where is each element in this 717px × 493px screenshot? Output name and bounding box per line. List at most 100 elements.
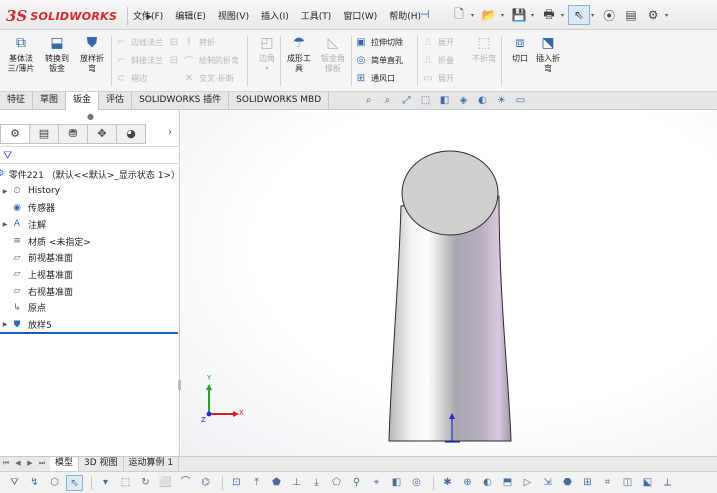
view-setting-icon[interactable]: ▭ (512, 94, 529, 108)
unfold-button[interactable]: ⎍ 展开 (421, 35, 455, 49)
selection-filter-icon[interactable]: ⬚ (117, 475, 134, 491)
selection-filter-icon[interactable]: ⊕ (459, 475, 476, 491)
tab-0[interactable]: 特征 (0, 92, 34, 110)
tab-scroll-icon[interactable]: ⏮ (0, 459, 12, 468)
expand-arrow-icon[interactable]: ▶ (0, 188, 10, 195)
selection-filter-icon[interactable]: ⚲ (348, 475, 365, 491)
selection-filter-icon[interactable]: ⤒ (248, 475, 265, 491)
bottom-tab-1[interactable]: 3D 视图 (79, 457, 124, 471)
solidworks-logo[interactable]: 3S SOLIDWORKS ▸ (6, 6, 152, 26)
tree-item[interactable]: ↳ 原点 (0, 300, 180, 317)
section-view-icon[interactable]: ⬚ (417, 94, 434, 108)
tab-2[interactable]: 钣金 (66, 92, 100, 110)
graphics-area[interactable]: Y X Z (181, 110, 717, 456)
property-manager-tab-icon[interactable]: ▤ (29, 124, 59, 144)
save-icon[interactable]: 💾 (508, 5, 530, 25)
jog-button[interactable]: ⌇ 转折 (182, 35, 215, 49)
selection-filter-icon[interactable]: ✱ (439, 475, 456, 491)
selection-filter-icon[interactable]: ⊥ (288, 475, 305, 491)
expand-arrow-icon[interactable]: ▶ (0, 221, 10, 228)
dropdown-caret-icon[interactable]: ▾ (501, 12, 504, 19)
menu-item[interactable]: 工具(T) (301, 9, 332, 22)
dimxpert-manager-tab-icon[interactable]: ✥ (87, 124, 117, 144)
selection-filter-icon[interactable]: ◎ (408, 475, 425, 491)
tree-item[interactable]: ▶ ⛊ 放样5 (0, 316, 180, 333)
selection-filter-icon[interactable]: ▾ (97, 475, 114, 491)
pin-menu-icon[interactable]: ⊣ (420, 8, 430, 21)
tab-scroll-icon[interactable]: ⏭ (36, 459, 48, 468)
open-folder-icon[interactable]: 📂 (478, 5, 500, 25)
selection-filter-icon[interactable]: ⬡ (46, 475, 63, 491)
convert-to-sheet-metal-button[interactable]: ⬓ 转换到 钣金 (40, 34, 74, 88)
tab-4[interactable]: SOLIDWORKS 插件 (132, 92, 230, 110)
cross-break-button[interactable]: ✕ 交叉-折断 (182, 71, 234, 85)
selection-filter-icon[interactable]: ⬣ (559, 475, 576, 491)
tree-item[interactable]: ▱ 上视基准面 (0, 266, 180, 283)
fold-button[interactable]: ⎍ 折叠 (421, 53, 455, 67)
selection-filter-icon[interactable]: ⊞ (579, 475, 596, 491)
forming-tool-button[interactable]: ☂ 成形工 具 (282, 34, 316, 88)
tree-item[interactable]: ▶ ⏲ History (0, 183, 180, 200)
hem-button[interactable]: ⊂ 褶边 (114, 71, 147, 85)
dropdown-caret-icon[interactable]: ▾ (531, 12, 534, 19)
zoom-to-fit-icon[interactable]: ⌕ (360, 94, 377, 108)
bottom-tab-0[interactable]: 模型 (50, 457, 80, 471)
lofted-bend-button[interactable]: ⛊ 放样折 弯 (75, 34, 109, 88)
tab-scroll-icon[interactable]: ▶ (24, 459, 36, 468)
display-style-icon[interactable]: ◈ (455, 94, 472, 108)
selection-filter-icon[interactable]: ◧ (388, 475, 405, 491)
selection-filter-icon[interactable]: ⌒ (177, 475, 194, 491)
base-flange-button[interactable]: ⧉ 基体法 三/薄片 (4, 34, 38, 88)
selection-filter-icon[interactable]: ⇲ (539, 475, 556, 491)
sheet-metal-gusset-button[interactable]: ◺ 钣金角 撑板 (316, 34, 350, 88)
rollback-bar[interactable] (0, 332, 178, 334)
vent-button[interactable]: ⊞ 通风口 (354, 71, 395, 85)
selection-filter-icon[interactable]: ⬠ (328, 475, 345, 491)
previous-view-icon[interactable]: ⤢ (398, 94, 415, 108)
no-bends-button[interactable]: ⬚ 不折弯 (467, 34, 501, 88)
tree-filter[interactable]: ⛛ (0, 146, 180, 164)
tab-1[interactable]: 草图 (33, 92, 67, 110)
tree-item[interactable]: ◉ 传感器 (0, 199, 180, 216)
selection-filter-icon[interactable]: ▷ (519, 475, 536, 491)
feature-manager-tab-icon[interactable]: ⚙ (0, 124, 30, 144)
edge-flange-button[interactable]: ⌐ 边线法兰 ⊟ (114, 35, 184, 49)
selection-filter-icon[interactable]: ◐ (479, 475, 496, 491)
bottom-tab-2[interactable]: 运动算例 1 (124, 457, 180, 471)
menu-item[interactable]: 文件(F) (133, 9, 163, 22)
configuration-manager-tab-icon[interactable]: ⛃ (58, 124, 88, 144)
filter-icon[interactable]: ⛛ (3, 149, 12, 163)
appearance-icon[interactable]: ☀ (493, 94, 510, 108)
tree-item[interactable]: ▱ 右视基准面 (0, 283, 180, 300)
dropdown-caret-icon[interactable]: ▾ (471, 12, 474, 19)
dropdown-caret-icon[interactable]: ▾ (591, 12, 594, 19)
tab-scroll-icon[interactable]: ◀ (12, 459, 24, 468)
tab-3[interactable]: 评估 (99, 92, 133, 110)
print-icon[interactable]: 🖶 (538, 5, 560, 25)
sketched-bend-button[interactable]: ⌒ 绘制的折弯 (182, 53, 239, 68)
panel-next-arrow-icon[interactable]: › (168, 127, 172, 138)
select-pointer-icon[interactable]: ⇖ (568, 5, 591, 25)
tree-item[interactable]: ≡ 材质 <未指定> (0, 233, 180, 250)
selection-filter-icon[interactable]: ↯ (26, 475, 43, 491)
selection-filter-icon[interactable]: ⟂ (659, 475, 676, 491)
tree-item[interactable]: ▱ 前视基准面 (0, 249, 180, 266)
tree-root-part[interactable]: ⚙ 零件221 （默认<<默认>_显示状态 1>） (0, 166, 180, 183)
tree-item[interactable]: ▶ A 注解 (0, 216, 180, 233)
selection-filter-icon[interactable]: ⬕ (639, 475, 656, 491)
zoom-to-area-icon[interactable]: ⌕ (379, 94, 396, 108)
extruded-cut-button[interactable]: ▣ 拉伸切除 (354, 35, 403, 49)
menu-item[interactable]: 插入(I) (261, 9, 289, 22)
new-document-icon[interactable]: 🗋 (448, 5, 470, 25)
selection-filter-icon[interactable]: ⌖ (368, 475, 385, 491)
selection-filter-icon[interactable]: ⛛ (6, 475, 23, 491)
menu-item[interactable]: 视图(V) (218, 9, 249, 22)
flatten-button[interactable]: ▭ 展开 (421, 71, 454, 85)
selection-filter-icon[interactable]: ⊡ (228, 475, 245, 491)
dropdown-caret-icon[interactable]: ▾ (561, 12, 564, 19)
file-properties-icon[interactable]: ▤ (620, 5, 642, 25)
selection-filter-icon[interactable]: ⌗ (599, 475, 616, 491)
corners-button[interactable]: ◰ 边角 ▾ (250, 34, 284, 88)
menu-item[interactable]: 窗口(W) (343, 9, 377, 22)
traffic-light-icon[interactable]: ⦿ (598, 5, 620, 25)
